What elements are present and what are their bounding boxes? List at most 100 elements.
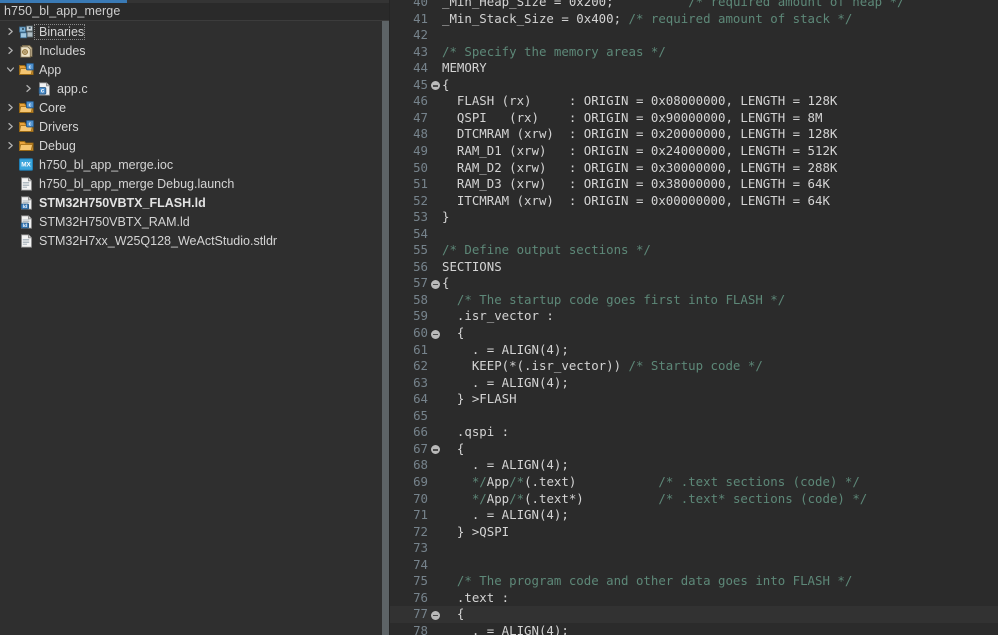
- line-number: 75: [390, 573, 430, 590]
- code-line[interactable]: 49 RAM_D1 (xrw) : ORIGIN = 0x24000000, L…: [390, 143, 998, 160]
- tree-item[interactable]: ld STM32H750VBTX_RAM.ld: [0, 212, 390, 231]
- code-line[interactable]: 78 . = ALIGN(4);: [390, 623, 998, 635]
- chevron-right-icon[interactable]: [4, 141, 17, 150]
- file-icon: [17, 177, 35, 191]
- project-tree[interactable]: Binaries Includes c App c app.c c C: [0, 21, 390, 635]
- chevron-right-icon[interactable]: [4, 122, 17, 131]
- project-explorer-tab-label[interactable]: h750_bl_app_merge: [4, 3, 120, 20]
- code-line[interactable]: 57{: [390, 275, 998, 292]
- code-text: .text :: [442, 590, 509, 607]
- code-fold-toggle-icon[interactable]: [431, 81, 440, 90]
- code-line[interactable]: 41_Min_Stack_Size = 0x400; /* required a…: [390, 11, 998, 28]
- tree-item[interactable]: c Core: [0, 98, 390, 117]
- code-line[interactable]: 65: [390, 408, 998, 425]
- code-text: */App/*(.text) /* .text sections (code) …: [442, 474, 860, 491]
- tree-item[interactable]: c app.c: [0, 79, 390, 98]
- code-line[interactable]: 69 */App/*(.text) /* .text sections (cod…: [390, 474, 998, 491]
- code-text-area[interactable]: 40_Min_Heap_Size = 0x200; /* required am…: [390, 0, 998, 635]
- code-line[interactable]: 58 /* The startup code goes first into F…: [390, 292, 998, 309]
- ioc-mx-icon: MX: [17, 158, 35, 171]
- tree-item[interactable]: Binaries: [0, 22, 390, 41]
- tree-item-label: h750_bl_app_merge Debug.launch: [35, 177, 234, 191]
- tree-item[interactable]: MX h750_bl_app_merge.ioc: [0, 155, 390, 174]
- tree-item[interactable]: c Drivers: [0, 117, 390, 136]
- code-fold-toggle-icon[interactable]: [431, 445, 440, 454]
- code-line[interactable]: 55/* Define output sections */: [390, 242, 998, 259]
- code-text: . = ALIGN(4);: [442, 457, 569, 474]
- code-line[interactable]: 54: [390, 226, 998, 243]
- tree-item[interactable]: c App: [0, 60, 390, 79]
- code-text: } >QSPI: [442, 524, 509, 541]
- code-line[interactable]: 50 RAM_D2 (xrw) : ORIGIN = 0x30000000, L…: [390, 160, 998, 177]
- tree-item[interactable]: Debug: [0, 136, 390, 155]
- chevron-right-icon[interactable]: [22, 84, 35, 93]
- code-line[interactable]: 75 /* The program code and other data go…: [390, 573, 998, 590]
- tree-item-label: App: [35, 63, 61, 77]
- code-line[interactable]: 43/* Specify the memory areas */: [390, 44, 998, 61]
- line-number: 64: [390, 391, 430, 408]
- includes-icon: [17, 44, 35, 58]
- code-text: /* The startup code goes first into FLAS…: [442, 292, 785, 309]
- line-number: 49: [390, 143, 430, 160]
- tree-item[interactable]: ld STM32H750VBTX_FLASH.ld: [0, 193, 390, 212]
- code-line[interactable]: 48 DTCMRAM (xrw) : ORIGIN = 0x20000000, …: [390, 126, 998, 143]
- code-line[interactable]: 64 } >FLASH: [390, 391, 998, 408]
- code-line[interactable]: 46 FLASH (rx) : ORIGIN = 0x08000000, LEN…: [390, 93, 998, 110]
- code-line[interactable]: 72 } >QSPI: [390, 524, 998, 541]
- code-line[interactable]: 62 KEEP(*(.isr_vector)) /* Startup code …: [390, 358, 998, 375]
- code-text: _Min_Stack_Size = 0x400; /* required amo…: [442, 11, 852, 28]
- code-line[interactable]: 47 QSPI (rx) : ORIGIN = 0x90000000, LENG…: [390, 110, 998, 127]
- code-line[interactable]: 71 . = ALIGN(4);: [390, 507, 998, 524]
- chevron-right-icon[interactable]: [4, 46, 17, 55]
- code-line[interactable]: 66 .qspi :: [390, 424, 998, 441]
- tree-item[interactable]: h750_bl_app_merge Debug.launch: [0, 174, 390, 193]
- explorer-vertical-scrollbar[interactable]: [382, 21, 389, 635]
- code-text: KEEP(*(.isr_vector)) /* Startup code */: [442, 358, 763, 375]
- tree-item-label: STM32H750VBTX_RAM.ld: [35, 215, 190, 229]
- chevron-right-icon[interactable]: [4, 27, 17, 36]
- chevron-right-icon[interactable]: [4, 103, 17, 112]
- code-line[interactable]: 60 {: [390, 325, 998, 342]
- code-line[interactable]: 45{: [390, 77, 998, 94]
- folder-icon: [17, 139, 35, 153]
- code-line[interactable]: 56SECTIONS: [390, 259, 998, 276]
- tree-item-label: app.c: [53, 82, 88, 96]
- code-text: /* The program code and other data goes …: [442, 573, 852, 590]
- tree-item[interactable]: STM32H7xx_W25Q128_WeActStudio.stldr: [0, 231, 390, 250]
- code-line[interactable]: 70 */App/*(.text*) /* .text* sections (c…: [390, 491, 998, 508]
- code-line[interactable]: 76 .text :: [390, 590, 998, 607]
- code-text: FLASH (rx) : ORIGIN = 0x08000000, LENGTH…: [442, 93, 837, 110]
- code-line[interactable]: 51 RAM_D3 (xrw) : ORIGIN = 0x38000000, L…: [390, 176, 998, 193]
- code-line[interactable]: 61 . = ALIGN(4);: [390, 342, 998, 359]
- code-line[interactable]: 73: [390, 540, 998, 557]
- code-line[interactable]: 74: [390, 557, 998, 574]
- code-fold-toggle-icon[interactable]: [431, 280, 440, 289]
- code-line[interactable]: 68 . = ALIGN(4);: [390, 457, 998, 474]
- line-number: 55: [390, 242, 430, 259]
- code-line[interactable]: 67 {: [390, 441, 998, 458]
- code-editor[interactable]: 40_Min_Heap_Size = 0x200; /* required am…: [390, 0, 998, 635]
- line-number: 43: [390, 44, 430, 61]
- source-folder-icon: c: [17, 63, 35, 77]
- svg-text:c: c: [28, 121, 31, 127]
- line-number: 42: [390, 27, 430, 44]
- code-line[interactable]: 40_Min_Heap_Size = 0x200; /* required am…: [390, 0, 998, 11]
- code-fold-toggle-icon[interactable]: [431, 330, 440, 339]
- chevron-down-icon[interactable]: [4, 65, 17, 74]
- code-line[interactable]: 42: [390, 27, 998, 44]
- code-text: DTCMRAM (xrw) : ORIGIN = 0x20000000, LEN…: [442, 126, 837, 143]
- code-line[interactable]: 63 . = ALIGN(4);: [390, 375, 998, 392]
- code-line[interactable]: 59 .isr_vector :: [390, 308, 998, 325]
- line-number: 77: [390, 606, 430, 623]
- code-line[interactable]: 52 ITCMRAM (xrw) : ORIGIN = 0x00000000, …: [390, 193, 998, 210]
- line-number: 51: [390, 176, 430, 193]
- tree-item[interactable]: Includes: [0, 41, 390, 60]
- line-number: 62: [390, 358, 430, 375]
- code-line[interactable]: 77 {: [390, 606, 998, 623]
- code-text: RAM_D1 (xrw) : ORIGIN = 0x24000000, LENG…: [442, 143, 837, 160]
- line-number: 61: [390, 342, 430, 359]
- line-number: 54: [390, 226, 430, 243]
- code-line[interactable]: 44MEMORY: [390, 60, 998, 77]
- code-line[interactable]: 53}: [390, 209, 998, 226]
- code-fold-toggle-icon[interactable]: [431, 611, 440, 620]
